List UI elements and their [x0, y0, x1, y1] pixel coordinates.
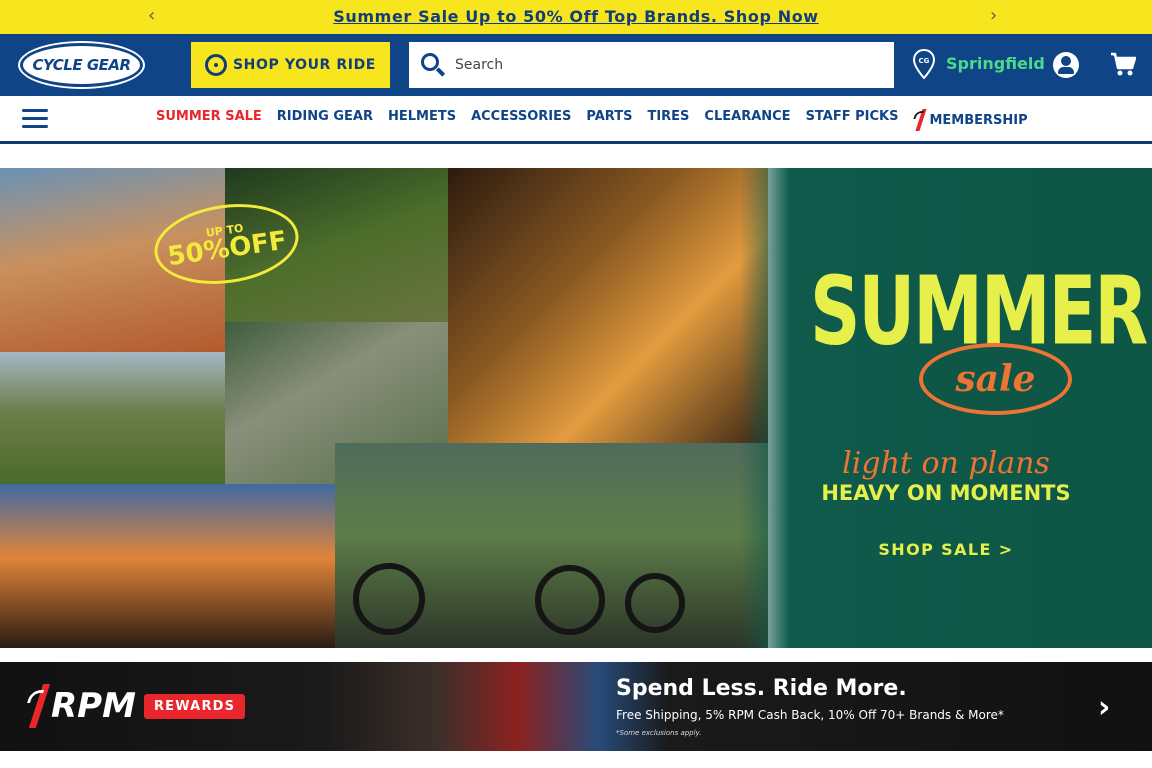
main-nav: SUMMER SALE RIDING GEAR HELMETS ACCESSOR…	[0, 96, 1152, 144]
site-header: CYCLE GEAR SHOP YOUR RIDE CG Springfield	[0, 34, 1152, 96]
hero-headline-script: sale	[955, 358, 1036, 400]
promo-bar: ‹ Summer Sale Up to 50% Off Top Brands. …	[0, 0, 1152, 34]
tire-icon	[205, 54, 227, 76]
wheel-shape	[353, 563, 425, 635]
hero-tagline-script: light on plans	[842, 446, 1050, 481]
nav-item-riding-gear[interactable]: RIDING GEAR	[277, 109, 373, 131]
cycle-gear-logo[interactable]: CYCLE GEAR	[20, 43, 143, 87]
svg-text:CG: CG	[919, 57, 930, 65]
hero-photo-road-riders	[335, 443, 768, 648]
menu-icon[interactable]	[22, 109, 48, 129]
hero-sale-oval: sale	[919, 343, 1072, 415]
wheel-shape	[625, 573, 685, 633]
rewards-headline: Spend Less. Ride More.	[616, 676, 907, 701]
hero-photo-sunset-camp	[0, 484, 335, 648]
cart-icon[interactable]	[1110, 51, 1136, 77]
nav-item-clearance[interactable]: CLEARANCE	[704, 109, 790, 131]
nav-item-staff-picks[interactable]: STAFF PICKS	[806, 109, 899, 131]
rewards-subline: Free Shipping, 5% RPM Cash Back, 10% Off…	[616, 708, 1004, 722]
promo-text-container: Summer Sale Up to 50% Off Top Brands. Sh…	[0, 7, 1152, 26]
hero-tagline: HEAVY ON MOMENTS	[821, 481, 1071, 505]
rpm-logo-word: RPM	[51, 686, 136, 726]
discount-badge-percent: 50%OFF	[165, 225, 289, 272]
rpm-slash-icon	[915, 109, 928, 131]
nav-item-helmets[interactable]: HELMETS	[388, 109, 456, 131]
promo-next-arrow[interactable]: ›	[990, 5, 997, 26]
hero-photo-group-riders	[0, 352, 225, 484]
hero-banner[interactable]: UP TO 50%OFF SUMMER sale light on plans …	[0, 168, 1152, 648]
promo-link[interactable]: Summer Sale Up to 50% Off Top Brands. Sh…	[333, 7, 818, 26]
membership-label: MEMBERSHIP	[929, 112, 1028, 128]
store-location-pin-icon[interactable]: CG	[913, 49, 935, 79]
hero-photo-sunset-rider	[448, 168, 768, 443]
rpm-logo-tag: REWARDS	[143, 693, 246, 719]
wheel-shape	[535, 565, 605, 635]
search-bar	[409, 42, 894, 88]
rpm-rewards-banner[interactable]: RPM REWARDS Spend Less. Ride More. Free …	[0, 662, 1152, 751]
hero-green-panel	[740, 168, 1152, 648]
shop-your-ride-button[interactable]: SHOP YOUR RIDE	[191, 42, 390, 88]
nav-item-membership[interactable]: MEMBERSHIP	[913, 109, 1028, 131]
nav-list: SUMMER SALE RIDING GEAR HELMETS ACCESSOR…	[156, 109, 1028, 131]
shop-sale-link[interactable]: SHOP SALE >	[810, 540, 1082, 559]
nav-item-summer-sale[interactable]: SUMMER SALE	[156, 109, 262, 131]
account-icon[interactable]	[1053, 52, 1079, 78]
logo-text: CYCLE GEAR	[32, 56, 131, 74]
shop-your-ride-label: SHOP YOUR RIDE	[233, 57, 376, 73]
nav-item-parts[interactable]: PARTS	[586, 109, 632, 131]
search-icon[interactable]	[409, 42, 455, 88]
nav-item-tires[interactable]: TIRES	[647, 109, 689, 131]
chevron-right-icon[interactable]: ›	[1098, 690, 1110, 725]
rpm-slash-icon	[28, 684, 51, 728]
search-input[interactable]	[455, 45, 875, 85]
nav-item-accessories[interactable]: ACCESSORIES	[471, 109, 571, 131]
rpm-rewards-logo: RPM REWARDS	[28, 684, 246, 728]
rewards-disclaimer: *Some exclusions apply.	[616, 729, 702, 737]
store-location-link[interactable]: Springfield	[946, 54, 1045, 73]
